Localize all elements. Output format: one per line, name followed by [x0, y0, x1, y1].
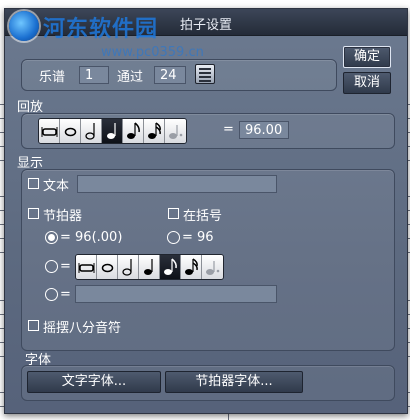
- score-from-field[interactable]: 1: [79, 66, 109, 84]
- playback-note-selector: [38, 118, 187, 144]
- cancel-button[interactable]: 取消: [343, 72, 391, 94]
- display-note-quarter-button[interactable]: [139, 255, 160, 279]
- metronome-checkbox-label: 节拍器: [43, 209, 83, 224]
- display-note-selector: [75, 254, 224, 280]
- text-font-button[interactable]: 文字字体...: [27, 371, 161, 393]
- note-dotted-button[interactable]: [165, 119, 186, 143]
- note-eighth-button[interactable]: [123, 119, 144, 143]
- display-note-breve-button[interactable]: [76, 255, 97, 279]
- parentheses-checkbox[interactable]: [168, 208, 179, 219]
- tempo-option-3-radio[interactable]: [45, 288, 58, 301]
- tempo-option-3-equals: =: [60, 287, 71, 302]
- display-note-sixteenth-button[interactable]: [181, 255, 202, 279]
- score-label: 乐谱: [39, 70, 66, 85]
- score-to-field[interactable]: 24: [154, 66, 186, 84]
- note-breve-button[interactable]: [39, 119, 60, 143]
- text-checkbox-label: 文本: [43, 179, 70, 194]
- measure-select-icon[interactable]: [195, 64, 215, 84]
- metronome-font-button[interactable]: 节拍器字体...: [165, 371, 303, 393]
- playback-equals: =: [223, 122, 234, 137]
- playback-tempo-field[interactable]: 96.00: [239, 121, 289, 139]
- note-sixteenth-button[interactable]: [144, 119, 165, 143]
- tempo-option-1-radio[interactable]: [45, 231, 58, 244]
- note-half-button[interactable]: [81, 119, 102, 143]
- tempo-option-2-radio[interactable]: [45, 260, 58, 273]
- ok-button[interactable]: 确定: [343, 46, 391, 68]
- parentheses-checkbox-label: 在括号: [183, 209, 223, 224]
- swing-eighths-label: 摇摆八分音符: [43, 321, 122, 336]
- tempo-dialog: 拍子设置 河东软件园 www.pc0359.cn 乐谱 1 通过 24 确定 取…: [4, 8, 408, 414]
- note-quarter-button[interactable]: [102, 119, 123, 143]
- display-text-field[interactable]: [77, 175, 277, 193]
- display-note-dotted-button[interactable]: [202, 255, 223, 279]
- display-note-eighth-button[interactable]: [160, 255, 181, 279]
- text-checkbox[interactable]: [28, 178, 39, 189]
- display-note-whole-button[interactable]: [97, 255, 118, 279]
- tempo-option-1-alt-text: = 96: [182, 230, 214, 245]
- swing-eighths-checkbox[interactable]: [28, 320, 39, 331]
- tempo-option-3-field[interactable]: [75, 285, 277, 303]
- tempo-option-1-text: = 96(.00): [60, 230, 123, 245]
- display-note-half-button[interactable]: [118, 255, 139, 279]
- watermark-logo-icon: [9, 11, 39, 41]
- watermark-site-name: 河东软件园: [43, 16, 159, 42]
- through-label: 通过: [117, 70, 144, 85]
- tempo-option-1-alt-radio[interactable]: [167, 231, 180, 244]
- note-whole-button[interactable]: [60, 119, 81, 143]
- metronome-checkbox[interactable]: [28, 208, 39, 219]
- watermark-url: www.pc0359.cn: [101, 45, 204, 60]
- tempo-option-2-equals: =: [60, 259, 71, 274]
